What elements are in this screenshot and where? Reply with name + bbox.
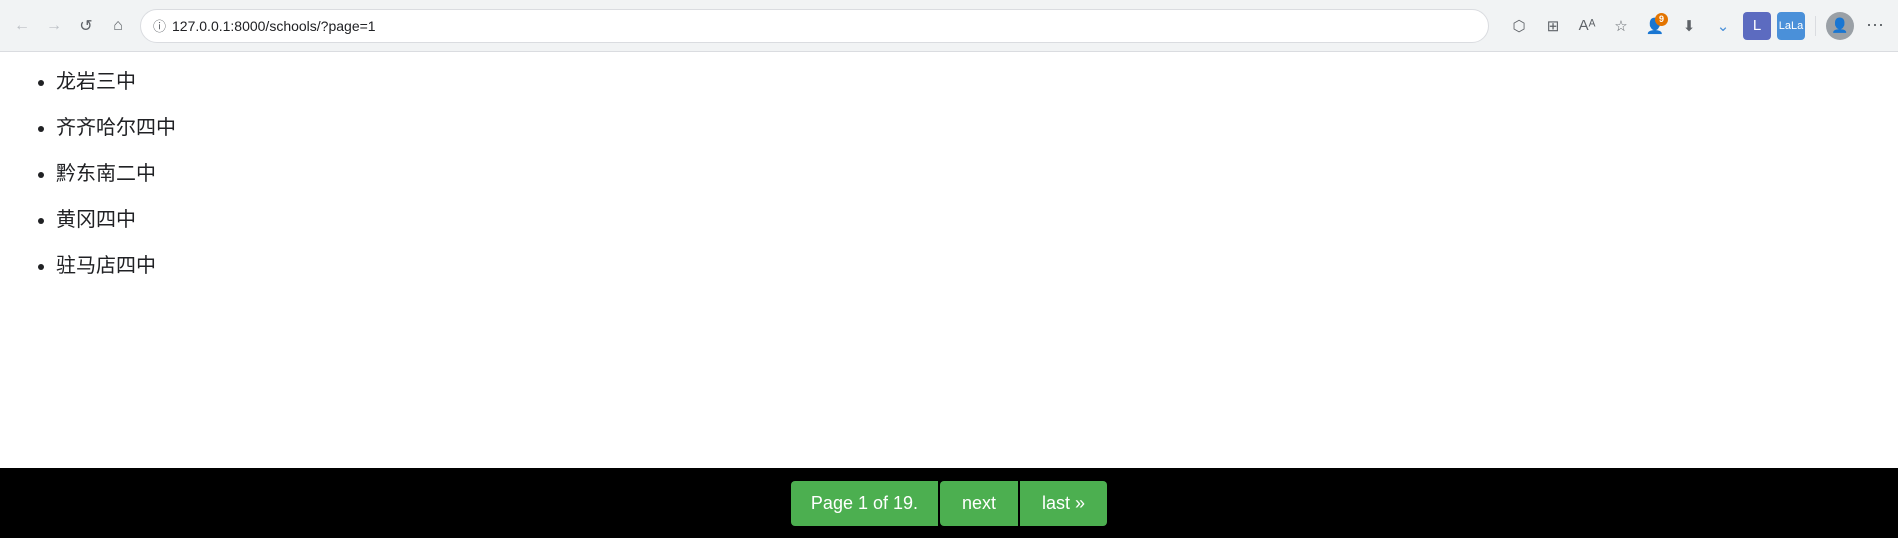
- toolbar-separator: [1815, 16, 1816, 36]
- list-item: 黄冈四中: [56, 206, 1874, 234]
- list-item: 黔东南二中: [56, 160, 1874, 188]
- nav-buttons: ← → ↺ ⌂: [8, 12, 132, 40]
- wallet-icon[interactable]: ⌄: [1709, 12, 1737, 40]
- forward-button[interactable]: →: [40, 12, 68, 40]
- home-button[interactable]: ⌂: [104, 12, 132, 40]
- last-button[interactable]: last »: [1020, 481, 1107, 526]
- next-button[interactable]: next: [940, 481, 1018, 526]
- reload-button[interactable]: ↺: [72, 12, 100, 40]
- security-icon: ⓘ: [153, 16, 166, 35]
- list-item: 齐齐哈尔四中: [56, 114, 1874, 142]
- list-item: 驻马店四中: [56, 252, 1874, 280]
- browser-toolbar: ← → ↺ ⌂ ⓘ 127.0.0.1:8000/schools/?page=1…: [0, 0, 1898, 52]
- lala-icon[interactable]: LaLa: [1777, 12, 1805, 40]
- back-button[interactable]: ←: [8, 12, 36, 40]
- collections-icon[interactable]: 👤 9: [1641, 12, 1669, 40]
- cast-icon[interactable]: ⬡: [1505, 12, 1533, 40]
- page-content: 龙岩三中 齐齐哈尔四中 黔东南二中 黄冈四中 驻马店四中: [0, 52, 1898, 468]
- tab-search-icon[interactable]: ⊞: [1539, 12, 1567, 40]
- list-item: 龙岩三中: [56, 68, 1874, 96]
- school-list: 龙岩三中 齐齐哈尔四中 黔东南二中 黄冈四中 驻马店四中: [24, 68, 1874, 280]
- font-icon[interactable]: Aᴬ: [1573, 12, 1601, 40]
- more-menu-button[interactable]: ⋯: [1860, 11, 1890, 40]
- download-icon[interactable]: ⬇: [1675, 12, 1703, 40]
- favorites-icon[interactable]: ☆: [1607, 12, 1635, 40]
- toolbar-icons: ⬡ ⊞ Aᴬ ☆ 👤 9 ⬇ ⌄ L LaLa 👤 ⋯: [1505, 11, 1890, 40]
- pagination-bar: Page 1 of 19. next last »: [0, 468, 1898, 538]
- url-text: 127.0.0.1:8000/schools/?page=1: [172, 18, 1476, 34]
- address-bar[interactable]: ⓘ 127.0.0.1:8000/schools/?page=1: [140, 9, 1489, 43]
- extension-icon[interactable]: L: [1743, 12, 1771, 40]
- profile-button[interactable]: 👤: [1826, 12, 1854, 40]
- badge: 9: [1655, 13, 1668, 26]
- page-info: Page 1 of 19.: [791, 481, 938, 526]
